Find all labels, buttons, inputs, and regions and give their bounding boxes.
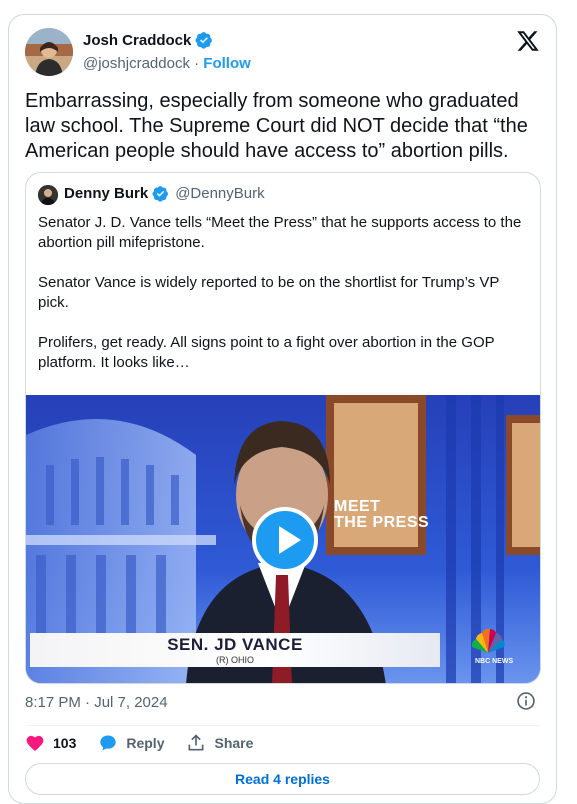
show-logo-line2: THE PRESS xyxy=(334,514,430,531)
tweet-text: Embarrassing, especially from someone wh… xyxy=(25,90,528,162)
reply-button[interactable]: Reply xyxy=(98,733,164,753)
action-bar: 103 Reply Share xyxy=(25,733,275,753)
quoted-tweet[interactable]: Denny Burk @DennyBurk Senator J. D. Vanc… xyxy=(25,172,541,684)
share-label: Share xyxy=(214,735,254,751)
reply-label: Reply xyxy=(126,735,165,751)
like-button[interactable]: 103 xyxy=(25,733,76,753)
author-name-label[interactable]: Josh Craddock xyxy=(83,32,191,49)
read-replies-button[interactable]: Read 4 replies xyxy=(25,763,540,795)
lower-third-name: SEN. JD VANCE xyxy=(167,635,303,654)
quoted-author-handle: @DennyBurk xyxy=(175,185,265,202)
quoted-paragraph: Prolifers, get ready. All signs point to… xyxy=(38,334,495,371)
reply-bubble-icon xyxy=(100,735,117,751)
quoted-paragraph: Senator J. D. Vance tells “Meet the Pres… xyxy=(38,214,522,251)
follow-button[interactable]: Follow xyxy=(203,55,251,72)
verified-badge-icon xyxy=(152,186,169,202)
quoted-avatar[interactable] xyxy=(38,185,58,205)
info-icon[interactable] xyxy=(516,691,536,711)
share-icon xyxy=(188,734,204,751)
x-logo-icon[interactable] xyxy=(516,29,540,53)
heart-icon xyxy=(26,735,44,751)
like-count: 103 xyxy=(53,735,77,751)
author-handle[interactable]: @joshjcraddock xyxy=(83,55,190,72)
quoted-text: Senator J. D. Vance tells “Meet the Pres… xyxy=(38,213,528,393)
divider xyxy=(25,725,540,726)
verified-badge-icon xyxy=(195,32,213,49)
author-name[interactable]: Josh Craddock xyxy=(83,31,213,49)
show-logo-line1: MEET xyxy=(334,498,381,515)
quoted-author-name[interactable]: Denny Burk xyxy=(64,185,148,202)
separator: · xyxy=(194,55,200,72)
author-handle-line: @joshjcraddock · Follow xyxy=(83,55,251,72)
video-thumbnail[interactable]: MEET THE PRESS SEN. JD VANCE (R) OHIO NB… xyxy=(26,395,540,683)
timestamp[interactable]: 8:17 PM · Jul 7, 2024 xyxy=(25,694,168,711)
play-button[interactable] xyxy=(252,507,318,573)
quoted-author[interactable]: Denny Burk @DennyBurk xyxy=(64,185,265,202)
avatar[interactable] xyxy=(25,28,73,76)
quoted-paragraph: Senator Vance is widely reported to be o… xyxy=(38,274,500,311)
lower-third-subtitle: (R) OHIO xyxy=(216,655,254,665)
network-logo: NBC NEWS xyxy=(475,658,514,665)
show-logo: MEET THE PRESS xyxy=(334,499,429,531)
lower-third: SEN. JD VANCE (R) OHIO xyxy=(30,633,440,667)
share-button[interactable]: Share xyxy=(186,733,253,753)
tweet-card: Josh Craddock @joshjcraddock · Follow Em… xyxy=(8,14,557,804)
